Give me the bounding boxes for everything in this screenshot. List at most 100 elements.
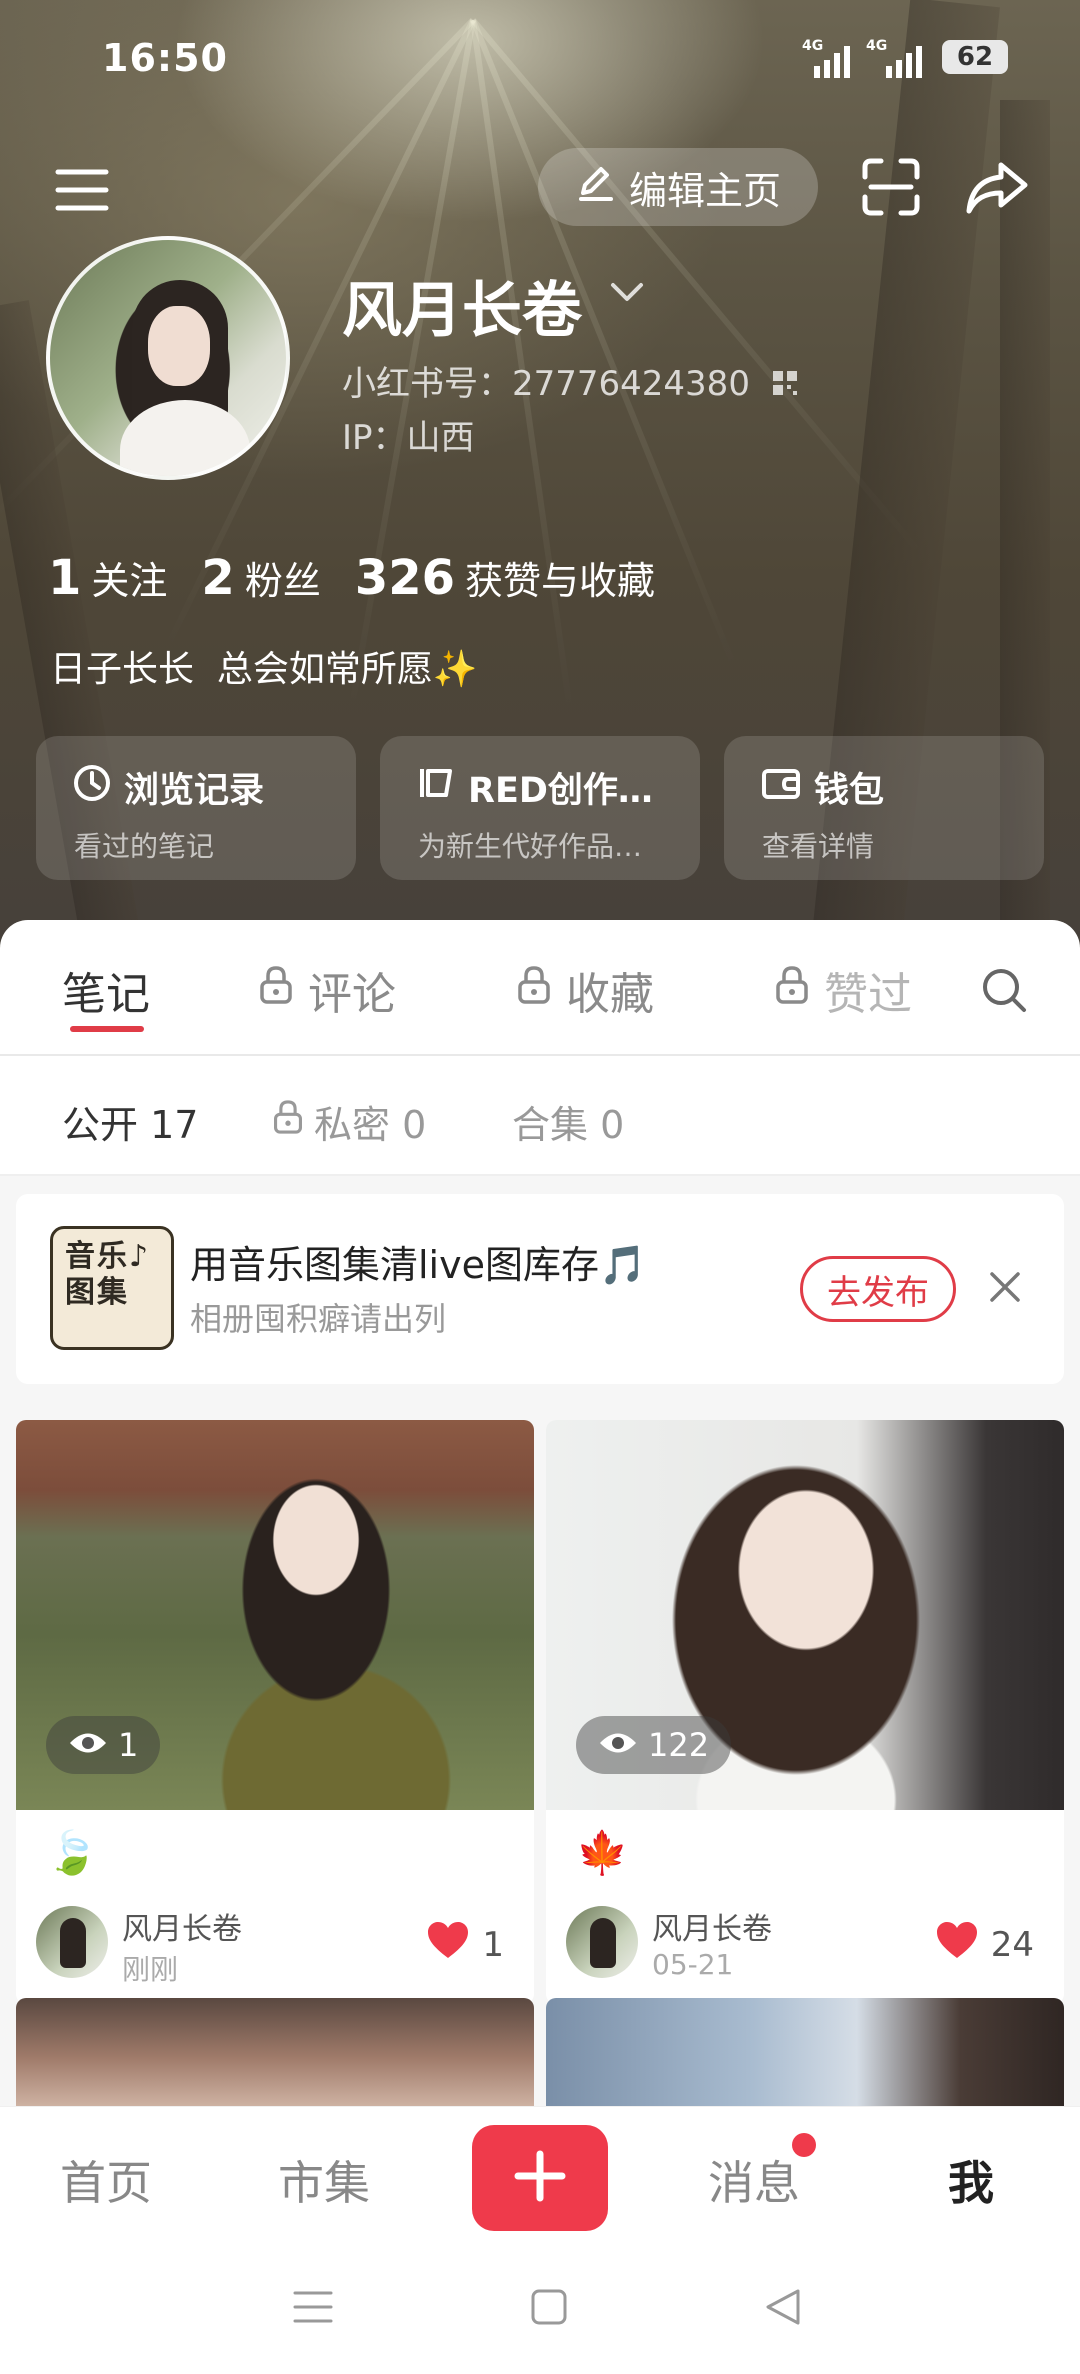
qrcode-icon[interactable]: [771, 366, 799, 406]
wallet-icon: [760, 763, 802, 812]
stat-followers-count: 2: [201, 550, 235, 606]
view-count: 1: [46, 1716, 161, 1774]
avatar: [566, 1906, 638, 1978]
subtab-collections-label: 合集 0: [512, 1103, 625, 1147]
subtab-collections[interactable]: 合集 0: [512, 1094, 624, 1149]
tab-liked-label: 赞过: [824, 969, 912, 1020]
like-button[interactable]: 1: [426, 1920, 504, 1969]
note-time: 刚刚: [122, 1953, 179, 1986]
view-count: 122: [576, 1716, 732, 1774]
like-button[interactable]: 24: [935, 1920, 1034, 1969]
note-author: 风月长卷: [122, 1912, 242, 1947]
note-time: 05-21: [652, 1948, 734, 1981]
stat-following-label: 关注: [91, 559, 168, 603]
profile-bio: 日子长长 总会如常所愿✨: [50, 649, 478, 690]
tab-collections[interactable]: 收藏: [516, 958, 654, 1022]
lock-icon: [272, 1099, 304, 1144]
quick-cards: 浏览记录 看过的笔记 RED创作… 为新生代好作品… 钱包 查看详情: [36, 736, 1044, 880]
subtab-public[interactable]: 公开 17: [62, 1094, 198, 1149]
share-icon[interactable]: [962, 152, 1032, 222]
tab-notes[interactable]: 笔记: [62, 958, 150, 1022]
close-icon[interactable]: [988, 1270, 1022, 1308]
profile-tabs: 笔记 评论 收藏 赞过: [0, 920, 1080, 1056]
note-card-partial[interactable]: [546, 1998, 1064, 2118]
note-subtabs: 公开 17 私密 0 合集 0: [0, 1056, 1080, 1176]
heart-icon: [935, 1920, 979, 1969]
status-time: 16:50: [102, 36, 228, 80]
note-title: 🍁: [576, 1828, 629, 1877]
tab-comments-label: 评论: [308, 969, 396, 1020]
notification-dot: [792, 2133, 816, 2157]
stat-following[interactable]: 1 关注: [48, 550, 167, 606]
plus-icon: [512, 2148, 568, 2208]
home-icon[interactable]: [524, 2282, 574, 2332]
wallet-card[interactable]: 钱包 查看详情: [724, 736, 1044, 880]
note-card-partial[interactable]: [16, 1998, 534, 2118]
history-card-title: 浏览记录: [124, 771, 265, 811]
bottom-nav: 首页 市集 消息 我: [0, 2106, 1080, 2246]
edit-profile-label: 编辑主页: [628, 168, 781, 213]
nav-me[interactable]: 我: [948, 2147, 994, 2213]
subtab-private-label: 私密 0: [314, 1103, 427, 1147]
network-type-label-2: 4G: [866, 38, 888, 54]
wallet-card-title: 钱包: [814, 771, 885, 811]
pencil-icon: [575, 163, 615, 212]
active-tab-indicator: [70, 1026, 144, 1032]
tab-collections-label: 收藏: [566, 969, 654, 1020]
note-title: 🍃: [46, 1828, 99, 1877]
wallet-card-subtitle: 查看详情: [762, 830, 875, 863]
scan-icon[interactable]: [856, 152, 926, 222]
stat-followers[interactable]: 2 粉丝: [201, 550, 320, 606]
lock-icon: [774, 965, 810, 1016]
menu-icon[interactable]: [50, 158, 114, 222]
stat-followers-label: 粉丝: [244, 559, 321, 603]
nav-messages[interactable]: 消息: [708, 2147, 800, 2213]
stat-likes-collections[interactable]: 326 获赞与收藏: [355, 550, 655, 606]
back-icon[interactable]: [758, 2282, 808, 2332]
tab-comments[interactable]: 评论: [258, 958, 396, 1022]
nav-home[interactable]: 首页: [60, 2147, 152, 2213]
lock-icon: [516, 965, 552, 1016]
tab-liked[interactable]: 赞过: [774, 958, 912, 1022]
eye-icon: [598, 1726, 638, 1764]
note-card[interactable]: 1 🍃 风月长卷 刚刚 1: [16, 1420, 534, 2004]
search-icon[interactable]: [974, 960, 1034, 1020]
lock-icon: [258, 965, 294, 1016]
history-card[interactable]: 浏览记录 看过的笔记: [36, 736, 356, 880]
music-album-icon: 音乐♪图集: [50, 1226, 174, 1350]
publish-button[interactable]: 去发布: [800, 1256, 956, 1322]
banner-subtitle: 相册囤积癖请出列: [190, 1300, 447, 1338]
creator-card[interactable]: RED创作… 为新生代好作品…: [380, 736, 700, 880]
chevron-down-icon[interactable]: [610, 282, 644, 308]
battery-indicator: 62: [942, 40, 1008, 74]
stat-following-count: 1: [48, 550, 82, 606]
note-author: 风月长卷: [652, 1912, 772, 1947]
creator-card-title: RED创作…: [468, 771, 653, 811]
clock-icon: [72, 763, 112, 812]
like-count: 24: [990, 1924, 1034, 1965]
profile-id-row: 小红书号：27776424380: [342, 356, 799, 406]
eye-icon: [68, 1726, 108, 1764]
music-album-icon-text: 音乐♪图集: [65, 1239, 151, 1310]
creator-icon: [416, 763, 456, 812]
subtab-private[interactable]: 私密 0: [272, 1094, 426, 1149]
history-card-subtitle: 看过的笔记: [74, 830, 215, 863]
music-album-banner[interactable]: 音乐♪图集 用音乐图集清live图库存🎵 相册囤积癖请出列 去发布: [16, 1194, 1064, 1384]
heart-icon: [426, 1920, 470, 1969]
nav-market[interactable]: 市集: [278, 2147, 370, 2213]
view-count-value: 1: [118, 1726, 139, 1764]
create-post-button[interactable]: [472, 2125, 608, 2231]
like-count: 1: [482, 1924, 504, 1965]
avatar: [36, 1906, 108, 1978]
recent-apps-icon[interactable]: [288, 2282, 338, 2332]
stat-likes-count: 326: [354, 550, 456, 606]
subtab-public-label: 公开 17: [62, 1103, 199, 1147]
profile-id: 小红书号：27776424380: [342, 364, 750, 404]
profile-stats: 1 关注 2 粉丝 326 获赞与收藏: [48, 550, 655, 606]
view-count-value: 122: [648, 1726, 710, 1764]
profile-avatar[interactable]: [46, 236, 290, 480]
profile-ip: IP：山西: [342, 418, 475, 458]
note-card[interactable]: 122 🍁 风月长卷 05-21 24: [546, 1420, 1064, 2004]
edit-profile-button[interactable]: 编辑主页: [538, 148, 818, 226]
creator-card-subtitle: 为新生代好作品…: [418, 830, 643, 863]
